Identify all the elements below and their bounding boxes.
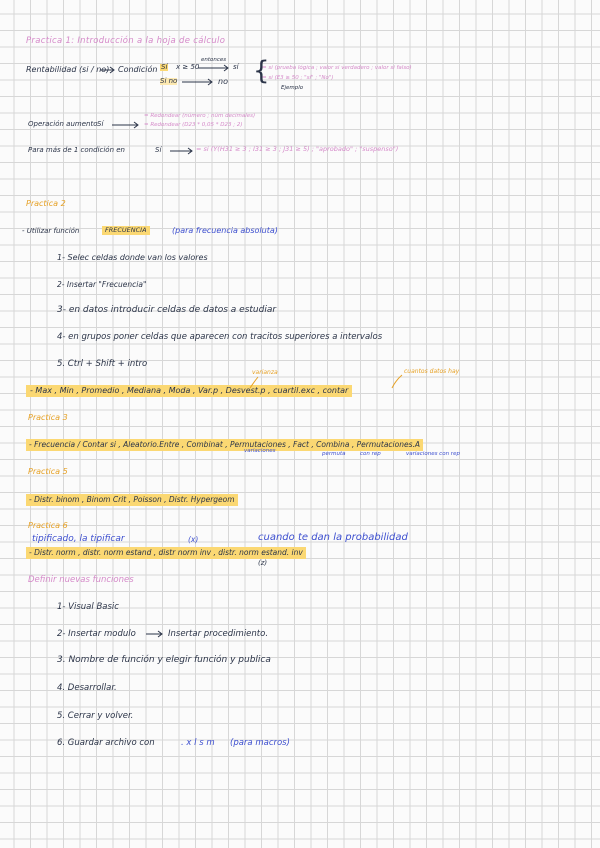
cuantos-pointer-icon — [391, 374, 403, 389]
arrow-icon — [198, 64, 229, 72]
hand-drawn-arrows — [100, 64, 403, 638]
arrow-icon — [146, 630, 163, 638]
varianza-pointer-icon — [249, 376, 259, 389]
arrow-icon — [100, 66, 115, 74]
arrow-icon — [170, 147, 193, 155]
arrow-icon — [112, 121, 139, 129]
arrow-icon — [182, 78, 213, 86]
grid-paper-page: Practica 1: Introducción a la hoja de cá… — [0, 0, 600, 848]
